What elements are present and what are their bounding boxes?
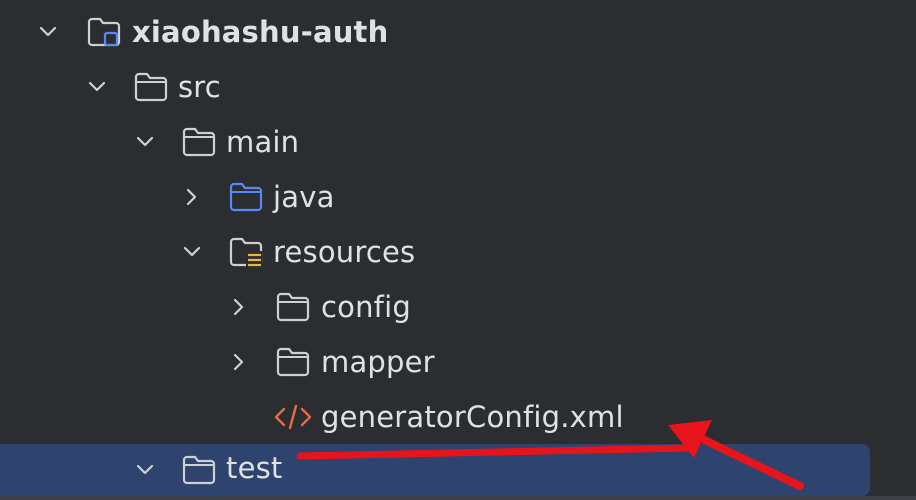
tree-item-xiaohashu-auth[interactable]: xiaohashu-auth	[0, 4, 916, 59]
tree-item-test[interactable]: test	[0, 441, 916, 496]
chevron-right-icon[interactable]	[228, 351, 250, 373]
chevron-down-icon[interactable]	[181, 241, 203, 263]
tree-item-main[interactable]: main	[0, 114, 916, 169]
tree-item-label: src	[178, 69, 221, 104]
tree-item-java[interactable]: java	[0, 169, 916, 224]
chevron-right-icon[interactable]	[181, 186, 203, 208]
source-folder-icon	[228, 179, 263, 213]
tree-item-label: generatorConfig.xml	[321, 399, 624, 434]
chevron-right-icon[interactable]	[228, 296, 250, 318]
project-tree-panel: xiaohashu-auth src main java resources c…	[0, 0, 916, 500]
chevron-down-icon[interactable]	[134, 131, 156, 153]
module-folder-icon	[86, 14, 121, 48]
folder-icon	[133, 69, 168, 103]
panel-bottom-border	[0, 496, 916, 500]
tree-item-mapper[interactable]: mapper	[0, 334, 916, 389]
folder-icon	[181, 452, 216, 486]
chevron-down-icon[interactable]	[37, 21, 59, 43]
tree-item-label: java	[273, 179, 335, 214]
tree-item-config[interactable]: config	[0, 279, 916, 334]
tree-item-label: mapper	[321, 344, 435, 379]
tree-item-label: resources	[273, 234, 416, 269]
tree-item-label: xiaohashu-auth	[132, 14, 389, 49]
tree-item-generatorconfig-xml[interactable]: generatorConfig.xml	[0, 389, 916, 444]
tree-item-label: config	[321, 289, 411, 324]
tree-item-label: test	[226, 451, 283, 485]
resources-folder-icon	[228, 234, 263, 268]
folder-icon	[275, 344, 310, 378]
folder-icon	[275, 289, 310, 323]
chevron-down-icon[interactable]	[134, 459, 156, 481]
tree-item-resources[interactable]: resources	[0, 224, 916, 279]
tree-item-src[interactable]: src	[0, 59, 916, 114]
tree-item-label: main	[226, 124, 300, 159]
chevron-down-icon[interactable]	[86, 76, 108, 98]
folder-icon	[181, 124, 216, 158]
xml-file-icon	[273, 399, 312, 433]
